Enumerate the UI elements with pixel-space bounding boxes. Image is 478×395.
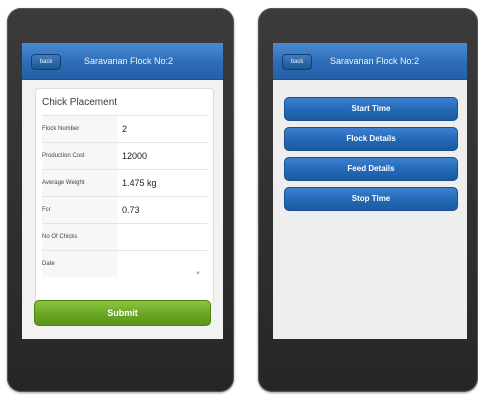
field-label: No Of Chicks <box>42 224 118 250</box>
field-label: Production Cost <box>42 143 118 169</box>
chick-placement-form: Chick Placement Flock Number Production … <box>35 88 214 305</box>
production-cost-input[interactable] <box>122 143 207 169</box>
average-weight-input[interactable] <box>122 170 207 196</box>
field-label: Average Weight <box>42 170 118 196</box>
submit-button[interactable]: Submit <box>34 300 211 326</box>
back-button[interactable]: back <box>282 54 312 70</box>
back-button[interactable]: back <box>31 54 61 70</box>
header-title: Saravanan Flock No:2 <box>84 56 174 66</box>
flock-menu-screen: back Saravanan Flock No:2 Start Time Flo… <box>273 43 467 339</box>
start-time-button[interactable]: Start Time <box>284 97 458 121</box>
feed-details-button[interactable]: Feed Details <box>284 157 458 181</box>
flock-number-input[interactable] <box>122 116 207 142</box>
chevron-down-icon: ▼ <box>195 271 201 277</box>
date-select[interactable]: ▼ <box>122 251 207 277</box>
fcr-input[interactable] <box>122 197 207 223</box>
app-header: back Saravanan Flock No:2 <box>22 43 223 80</box>
form-row-average-weight: Average Weight <box>42 169 207 196</box>
form-row-no-of-chicks: No Of Chicks <box>42 223 207 250</box>
flock-details-button[interactable]: Flock Details <box>284 127 458 151</box>
form-title: Chick Placement <box>42 97 118 108</box>
phone-frame-right: back Saravanan Flock No:2 Start Time Flo… <box>258 8 478 392</box>
header-title: Saravanan Flock No:2 <box>330 56 420 66</box>
stop-time-button[interactable]: Stop Time <box>284 187 458 211</box>
field-label: Date <box>42 251 118 277</box>
app-header: back Saravanan Flock No:2 <box>273 43 467 80</box>
form-row-date: Date ▼ <box>42 250 207 277</box>
no-of-chicks-input[interactable] <box>122 224 207 250</box>
field-label: Fcr <box>42 197 118 223</box>
form-row-fcr: Fcr <box>42 196 207 223</box>
phone-frame-left: back Saravanan Flock No:2 Chick Placemen… <box>7 8 234 392</box>
form-row-flock-number: Flock Number <box>42 115 207 142</box>
form-row-production-cost: Production Cost <box>42 142 207 169</box>
field-label: Flock Number <box>42 116 118 142</box>
chick-placement-screen: back Saravanan Flock No:2 Chick Placemen… <box>22 43 223 339</box>
